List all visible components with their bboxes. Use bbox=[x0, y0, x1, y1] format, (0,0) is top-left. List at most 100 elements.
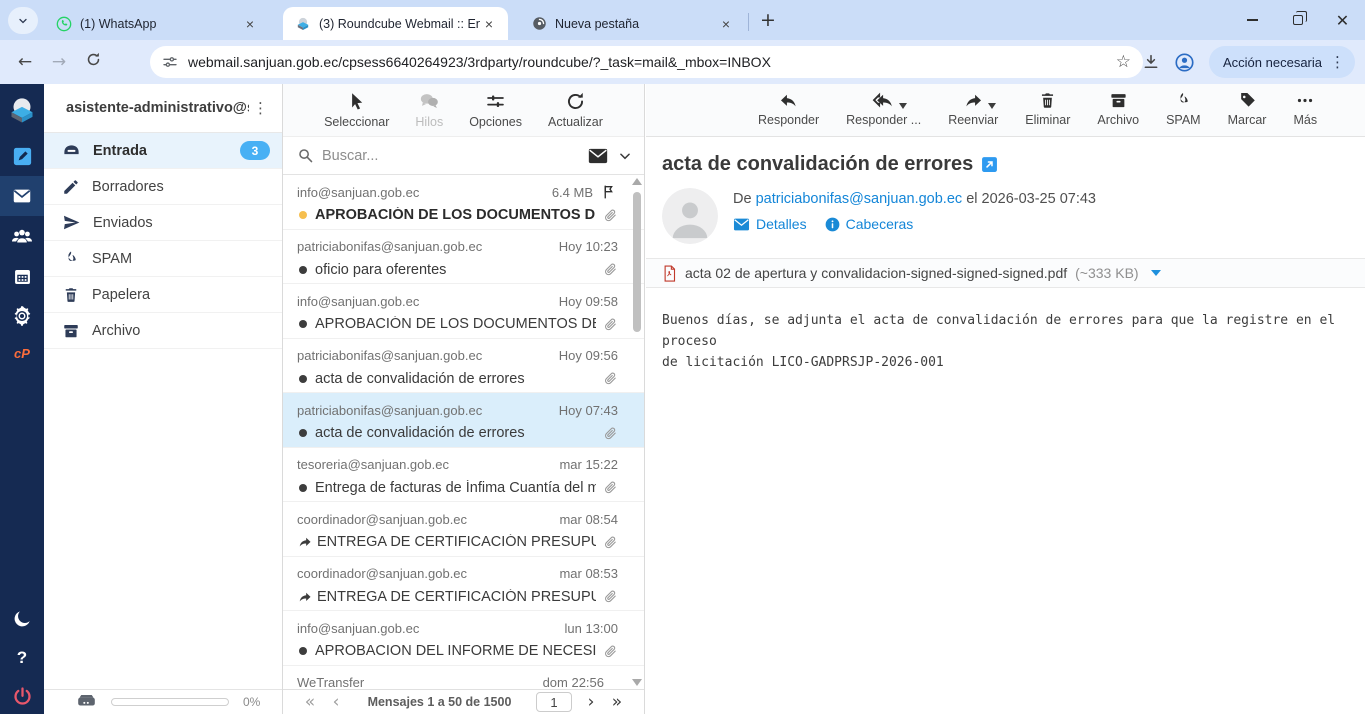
next-page-button[interactable]: › bbox=[578, 692, 604, 712]
select-button[interactable]: Seleccionar bbox=[324, 91, 389, 129]
address-bar[interactable]: webmail.sanjuan.gob.ec/cpsess6640264923/… bbox=[150, 46, 1143, 78]
tab-close-icon[interactable]: × bbox=[241, 15, 259, 33]
calendar-icon bbox=[12, 266, 33, 287]
reply-all-button[interactable]: Responder ... bbox=[846, 91, 921, 127]
attachment-paperclip-icon bbox=[602, 316, 618, 333]
folder-spam[interactable]: SPAM bbox=[44, 241, 282, 277]
folder-entrada[interactable]: Entrada 3 bbox=[44, 133, 282, 169]
url-text[interactable]: webmail.sanjuan.gob.ec/cpsess6640264923/… bbox=[188, 54, 1116, 70]
reply-icon bbox=[777, 91, 800, 110]
threads-bubbles-icon bbox=[418, 91, 440, 112]
back-button[interactable]: ← bbox=[8, 52, 42, 72]
close-window-button[interactable]: ✕ bbox=[1320, 0, 1365, 40]
delete-button[interactable]: Eliminar bbox=[1025, 91, 1070, 127]
download-icon[interactable] bbox=[1142, 53, 1160, 71]
mail-nav-button[interactable] bbox=[0, 176, 44, 216]
threads-button[interactable]: Hilos bbox=[415, 91, 443, 129]
message-row[interactable]: patriciabonifas@sanjuan.gob.ecHoy 10:23 … bbox=[283, 230, 644, 285]
details-toggle[interactable]: Detalles bbox=[733, 216, 807, 232]
restore-button[interactable] bbox=[1275, 0, 1320, 40]
mark-button[interactable]: Marcar bbox=[1228, 91, 1267, 127]
folder-enviados[interactable]: Enviados bbox=[44, 205, 282, 241]
compose-button[interactable] bbox=[0, 136, 44, 176]
new-tab-button[interactable]: + bbox=[755, 9, 781, 31]
message-row[interactable]: tesoreria@sanjuan.gob.ecmar 15:22 Entreg… bbox=[283, 448, 644, 503]
prev-page-button[interactable]: ‹ bbox=[323, 692, 349, 712]
more-button[interactable]: Más bbox=[1293, 91, 1317, 127]
tab-search-button[interactable] bbox=[8, 7, 38, 34]
tab-label: (1) WhatsApp bbox=[80, 17, 241, 31]
refresh-button[interactable]: Actualizar bbox=[548, 91, 603, 129]
reply-button[interactable]: Responder bbox=[758, 91, 819, 127]
window-controls: ✕ bbox=[1230, 0, 1365, 40]
settings-nav-button[interactable] bbox=[0, 296, 44, 336]
unread-count-badge: 3 bbox=[240, 141, 270, 160]
message-row-selected[interactable]: patriciabonifas@sanjuan.gob.ecHoy 07:43 … bbox=[283, 393, 644, 448]
folder-archivo[interactable]: Archivo bbox=[44, 313, 282, 349]
tab-close-icon[interactable]: × bbox=[480, 15, 498, 33]
attachment-name[interactable]: acta 02 de apertura y convalidacion-sign… bbox=[685, 265, 1067, 281]
attachment-menu-caret-icon[interactable] bbox=[1151, 270, 1161, 276]
search-options-chevron-icon[interactable] bbox=[618, 149, 632, 163]
dark-mode-button[interactable] bbox=[0, 598, 44, 638]
search-input[interactable] bbox=[322, 148, 588, 164]
message-row[interactable]: coordinador@sanjuan.gob.ecmar 08:53 ENTR… bbox=[283, 557, 644, 612]
tab-nueva-pestana[interactable]: Nueva pestaña × bbox=[520, 7, 745, 40]
message-row[interactable]: info@sanjuan.gob.ecHoy 09:58 APROBACIÓN … bbox=[283, 284, 644, 339]
contacts-nav-button[interactable] bbox=[0, 216, 44, 256]
spam-button[interactable]: SPAM bbox=[1166, 91, 1201, 127]
account-header[interactable]: asistente-administrativo@sa... ⋮ bbox=[44, 84, 282, 133]
details-envelope-icon bbox=[733, 218, 750, 231]
attachment-paperclip-icon bbox=[602, 425, 618, 442]
message-row[interactable]: patriciabonifas@sanjuan.gob.ecHoy 09:56 … bbox=[283, 339, 644, 394]
calendar-nav-button[interactable] bbox=[0, 256, 44, 296]
attachment-row[interactable]: acta 02 de apertura y convalidacion-sign… bbox=[646, 258, 1365, 288]
reply-all-caret-icon[interactable] bbox=[899, 103, 907, 109]
sender-email-link[interactable]: patriciabonifas@sanjuan.gob.ec bbox=[756, 191, 963, 207]
message-title: acta de convalidación de errores bbox=[662, 153, 1349, 176]
site-settings-icon[interactable] bbox=[162, 54, 178, 70]
archive-button[interactable]: Archivo bbox=[1097, 91, 1139, 127]
tab-whatsapp[interactable]: (1) WhatsApp × bbox=[44, 7, 269, 40]
cpanel-link[interactable]: cP bbox=[0, 336, 44, 370]
sender-avatar bbox=[662, 188, 718, 244]
options-button[interactable]: Opciones bbox=[469, 91, 522, 129]
headers-toggle[interactable]: Cabeceras bbox=[825, 216, 914, 232]
message-row[interactable]: info@sanjuan.gob.ec6.4 MB APROBACIÓN DE … bbox=[283, 175, 644, 230]
message-body: Buenos días, se adjunta el acta de conva… bbox=[662, 310, 1349, 373]
message-row[interactable]: coordinador@sanjuan.gob.ecmar 08:54 ENTR… bbox=[283, 502, 644, 557]
folder-papelera[interactable]: Papelera bbox=[44, 277, 282, 313]
profile-icon[interactable] bbox=[1174, 52, 1195, 73]
list-scrollbar[interactable] bbox=[632, 178, 642, 686]
browser-menu-icon[interactable]: ⋮ bbox=[1326, 53, 1349, 71]
page-number-input[interactable]: 1 bbox=[536, 692, 572, 712]
message-row[interactable]: WeTransferdom 22:56 bbox=[283, 666, 644, 690]
scrollbar-up-arrow[interactable] bbox=[632, 178, 642, 185]
options-sliders-icon bbox=[485, 91, 506, 112]
minimize-button[interactable] bbox=[1230, 0, 1275, 40]
forward-icon bbox=[962, 91, 985, 110]
power-icon bbox=[12, 686, 33, 707]
open-in-new-window-icon[interactable] bbox=[981, 156, 998, 173]
storage-server-icon bbox=[76, 694, 97, 710]
scrollbar-thumb[interactable] bbox=[633, 192, 641, 332]
reload-button[interactable] bbox=[76, 51, 110, 73]
forward-caret-icon[interactable] bbox=[988, 103, 996, 109]
search-scope-mail-icon[interactable] bbox=[588, 148, 608, 164]
help-button[interactable]: ? bbox=[0, 638, 44, 678]
folder-borradores[interactable]: Borradores bbox=[44, 169, 282, 205]
forward-button[interactable]: Reenviar bbox=[948, 91, 998, 127]
logout-button[interactable] bbox=[0, 678, 44, 714]
first-page-button[interactable]: « bbox=[297, 692, 323, 712]
restore-icon bbox=[1293, 15, 1303, 25]
bookmark-star-icon[interactable]: ☆ bbox=[1116, 52, 1131, 72]
forward-button[interactable]: → bbox=[42, 52, 76, 72]
last-page-button[interactable]: » bbox=[604, 692, 630, 712]
from-line: De patriciabonifas@sanjuan.gob.ec el 202… bbox=[733, 191, 1096, 207]
action-necesaria-button[interactable]: Acción necesaria ⋮ bbox=[1209, 46, 1355, 78]
scrollbar-down-arrow[interactable] bbox=[632, 679, 642, 686]
tab-roundcube[interactable]: (3) Roundcube Webmail :: Entra × bbox=[283, 7, 508, 40]
message-row[interactable]: info@sanjuan.gob.eclun 13:00 APROBACION … bbox=[283, 611, 644, 666]
account-menu-icon[interactable]: ⋮ bbox=[249, 99, 272, 117]
tab-close-icon[interactable]: × bbox=[717, 15, 735, 33]
